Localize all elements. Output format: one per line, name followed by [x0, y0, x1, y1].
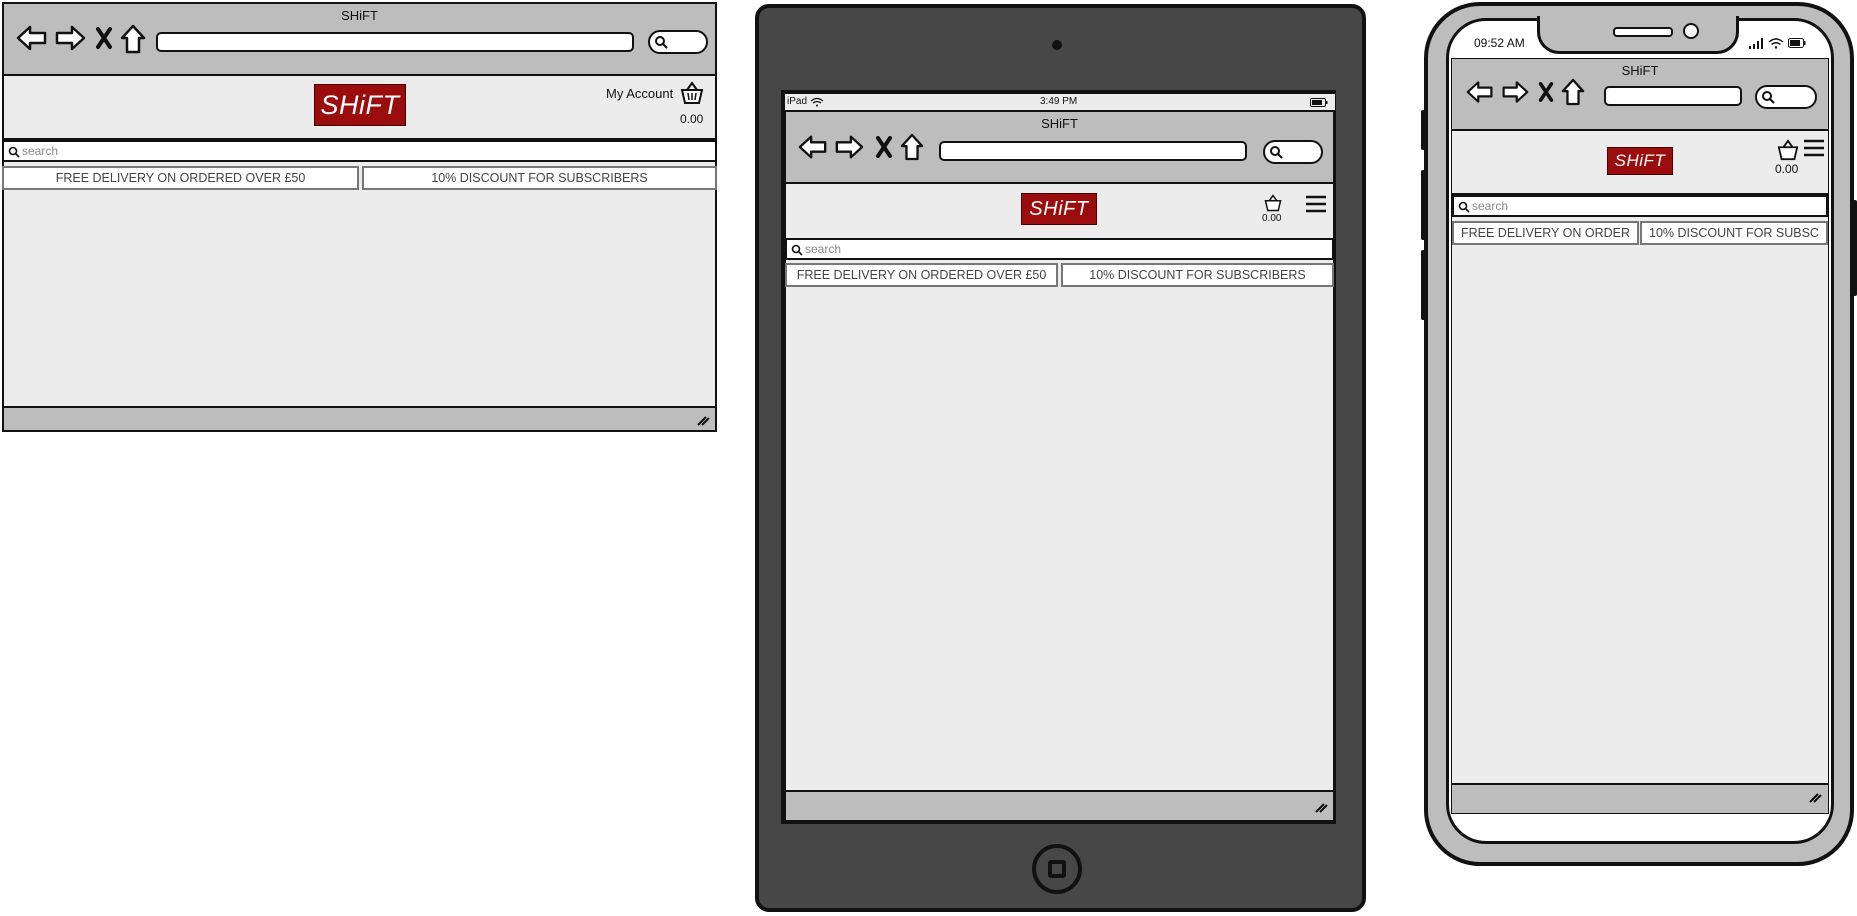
basket-total: 0.00: [680, 112, 704, 126]
device-label: iPad: [787, 96, 808, 107]
close-icon[interactable]: [874, 135, 894, 159]
window-title: SHiFT: [341, 8, 378, 23]
search-icon: [791, 244, 803, 256]
forward-arrow-icon[interactable]: [54, 24, 86, 52]
window-title: SHiFT: [1621, 63, 1659, 78]
status-bar: [4, 408, 715, 430]
banner-free-delivery[interactable]: FREE DELIVERY ON ORDER: [1452, 221, 1639, 245]
basket-total: 0.00: [1262, 213, 1282, 224]
search-icon: [655, 36, 668, 49]
banner-free-delivery[interactable]: FREE DELIVERY ON ORDERED OVER £50: [785, 263, 1058, 287]
basket-icon[interactable]: [1776, 139, 1800, 161]
tablet-camera: [1052, 40, 1062, 50]
resize-grip-icon[interactable]: [1314, 800, 1328, 814]
search-placeholder: search: [1472, 199, 1509, 213]
hamburger-menu-icon[interactable]: [1304, 194, 1328, 214]
phone-browser-window: SHiFT SHiFT 0.00 search FREE DELIVERY ON…: [1451, 58, 1829, 814]
site-header: SHiFT My Account 0.00: [4, 76, 715, 140]
banner-subscriber-discount[interactable]: 10% DISCOUNT FOR SUBSCRIBERS: [362, 166, 717, 190]
site-header: SHiFT 0.00: [1452, 131, 1828, 195]
wifi-icon: [810, 97, 824, 107]
signal-icon: [1749, 38, 1763, 49]
site-logo[interactable]: SHiFT: [1021, 193, 1097, 225]
browser-search-button[interactable]: [1263, 140, 1323, 164]
search-placeholder: search: [805, 242, 842, 256]
forward-arrow-icon[interactable]: [834, 133, 864, 161]
url-bar[interactable]: [1604, 86, 1742, 106]
desktop-browser-window: SHiFT SHiFT My Account 0.00 search FREE …: [2, 2, 717, 432]
wifi-icon: [1768, 38, 1784, 49]
search-icon: [1270, 146, 1283, 159]
banner-subscriber-discount[interactable]: 10% DISCOUNT FOR SUBSC: [1640, 221, 1828, 245]
close-icon[interactable]: [1537, 81, 1555, 103]
site-logo[interactable]: SHiFT: [1607, 147, 1673, 175]
window-title: SHiFT: [1041, 116, 1078, 131]
browser-search-button[interactable]: [648, 30, 708, 54]
back-arrow-icon[interactable]: [16, 24, 48, 52]
page-content: SHiFT My Account 0.00 search FREE DELIVE…: [2, 74, 717, 408]
tablet-browser-window: SHiFT SHiFT 0.00 search FREE DELIVERY ON…: [785, 111, 1334, 821]
search-input[interactable]: search: [2, 140, 717, 162]
site-logo[interactable]: SHiFT: [314, 84, 406, 126]
basket-icon[interactable]: [1263, 194, 1283, 212]
hamburger-menu-icon[interactable]: [1802, 137, 1826, 159]
resize-grip-icon[interactable]: [696, 413, 710, 427]
search-icon: [1458, 201, 1470, 213]
url-bar[interactable]: [156, 32, 634, 52]
status-bar: [1452, 785, 1828, 809]
phone-notch: [1537, 16, 1739, 54]
page-content: SHiFT 0.00 search FREE DELIVERY ON ORDER…: [785, 182, 1334, 792]
search-icon: [8, 146, 20, 158]
my-account-link[interactable]: My Account: [606, 86, 673, 101]
search-placeholder: search: [22, 144, 59, 158]
home-icon[interactable]: [900, 133, 924, 161]
basket-icon[interactable]: [679, 81, 705, 105]
banner-subscriber-discount[interactable]: 10% DISCOUNT FOR SUBSCRIBERS: [1061, 263, 1334, 287]
url-bar[interactable]: [939, 141, 1247, 161]
page-content: SHiFT 0.00 search FREE DELIVERY ON ORDER…: [1452, 129, 1828, 785]
banner-free-delivery[interactable]: FREE DELIVERY ON ORDERED OVER £50: [2, 166, 359, 190]
browser-search-button[interactable]: [1755, 85, 1817, 109]
search-input[interactable]: search: [785, 238, 1334, 260]
status-bar: [786, 796, 1333, 818]
forward-arrow-icon[interactable]: [1501, 79, 1529, 105]
tablet-clock: 3:49 PM: [1040, 96, 1078, 107]
tablet-status-bar: iPad 3:49 PM: [785, 94, 1335, 110]
home-icon[interactable]: [1561, 78, 1585, 106]
search-icon: [1762, 91, 1775, 104]
tablet-home-button[interactable]: [1032, 844, 1082, 894]
basket-total: 0.00: [1775, 162, 1799, 176]
phone-clock: 09:52 AM: [1474, 36, 1525, 50]
back-arrow-icon[interactable]: [1466, 79, 1494, 105]
site-header: SHiFT 0.00: [786, 184, 1333, 240]
close-icon[interactable]: [94, 26, 114, 50]
search-input[interactable]: search: [1452, 195, 1828, 217]
back-arrow-icon[interactable]: [798, 133, 828, 161]
battery-icon: [1788, 38, 1806, 48]
battery-icon: [1310, 98, 1328, 107]
resize-grip-icon[interactable]: [1808, 790, 1822, 804]
home-icon[interactable]: [120, 24, 146, 54]
